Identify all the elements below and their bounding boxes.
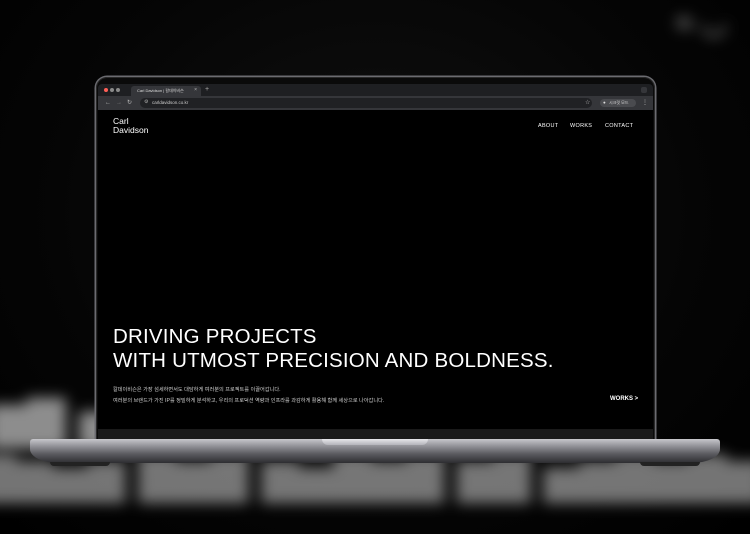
laptop-base [30,439,720,463]
nav-link-about[interactable]: ABOUT [538,123,558,129]
new-tab-button[interactable]: + [205,86,209,94]
minimize-window-dot[interactable] [110,88,114,92]
reload-icon[interactable]: ↻ [127,99,132,107]
hero-description-line-2: 여러분의 브랜드가 가진 IP를 정밀하게 분석하고, 우리의 프로덕션 역량과… [113,398,385,404]
laptop-foot-left [50,462,110,466]
address-bar[interactable]: ⚙ carldavidson.co.kr [140,98,592,108]
tab-title: Carl Davidson | 칼데이비슨 [137,88,184,93]
site-info-icon[interactable]: ⚙ [144,99,148,105]
browser-tab-bar: Carl Davidson | 칼데이비슨 × + [98,84,653,96]
profile-label: 시크릿 모드 [609,100,629,105]
laptop-screen: Carl Davidson | 칼데이비슨 × + ← → ↻ ⚙ carlda… [98,84,653,439]
browser-tab[interactable]: Carl Davidson | 칼데이비슨 × [131,86,201,96]
hero-headline-line-1: DRIVING PROJECTS [113,325,317,348]
incognito-icon: ● [603,100,606,105]
next-section-edge [98,429,653,439]
hero-headline-line-2: WITH UTMOST PRECISION AND BOLDNESS. [113,349,554,372]
nav-link-contact[interactable]: CONTACT [605,123,633,129]
logo-line-2: Davidson [113,124,149,135]
forward-arrow-icon[interactable]: → [116,99,122,107]
close-window-dot[interactable] [104,88,108,92]
browser-menu-icon[interactable]: ⋮ [642,99,648,107]
works-link[interactable]: WORKS > [610,396,638,402]
background-logo-blur: ≈ ◡ [676,7,727,40]
back-arrow-icon[interactable]: ← [105,99,111,107]
maximize-window-dot[interactable] [116,88,120,92]
tab-search-button[interactable] [641,87,647,93]
tab-close-icon[interactable]: × [194,87,197,93]
nav-link-works[interactable]: WORKS [570,123,592,129]
laptop-opening-notch [322,439,428,445]
site-logo[interactable]: Carl Davidson [113,117,148,134]
hero-description-line-1: 칼데이비슨은 가장 섬세하면서도 대담하게 여러분의 프로젝트를 이끌어갑니다. [113,387,281,393]
laptop-foot-right [640,462,700,466]
profile-button[interactable]: ● 시크릿 모드 [600,99,636,107]
browser-toolbar: ← → ↻ ⚙ carldavidson.co.kr ☆ ● 시크릿 모드 ⋮ [98,96,653,110]
url-text: carldavidson.co.kr [152,100,189,105]
bookmark-star-icon[interactable]: ☆ [585,99,590,107]
